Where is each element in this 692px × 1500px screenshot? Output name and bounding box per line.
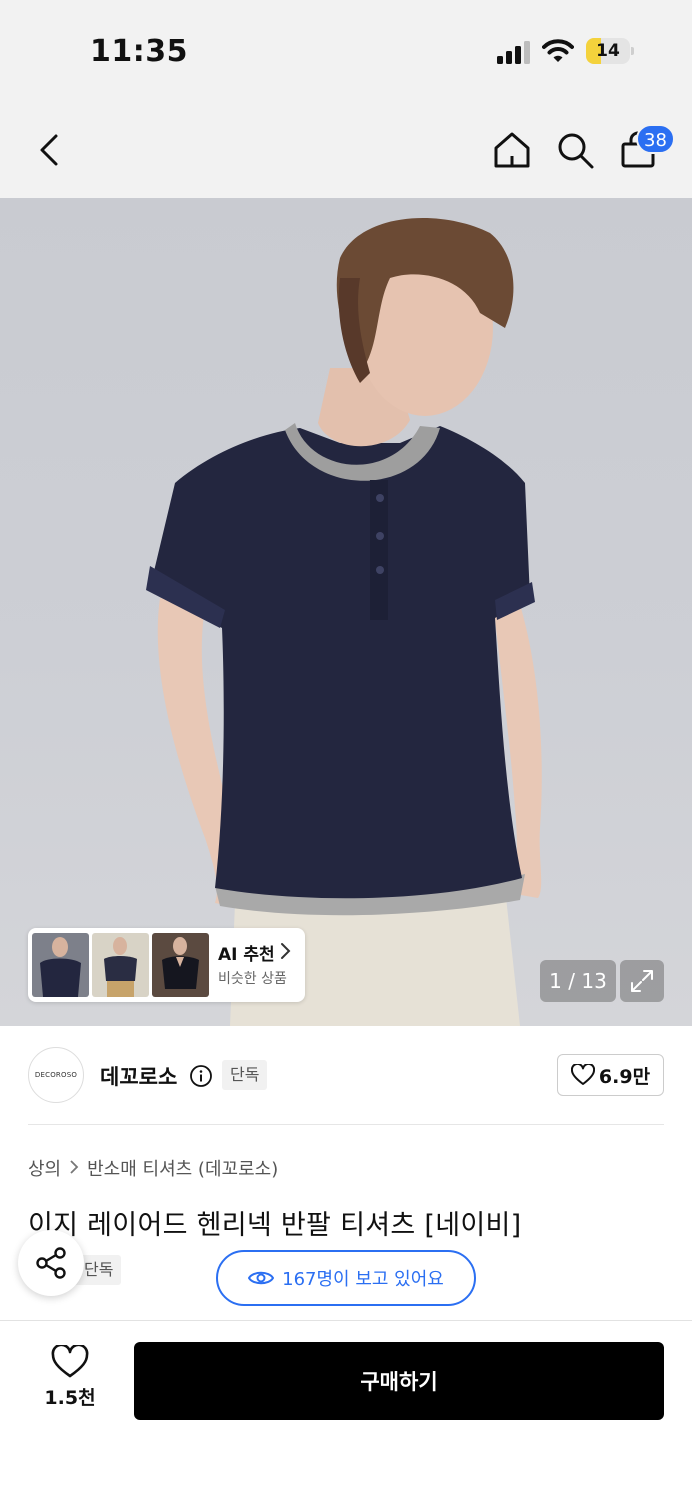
breadcrumb-item[interactable]: 반소매 티셔츠 (데꼬로소) <box>87 1155 278 1181</box>
status-bar: 11:35 14 <box>0 0 692 100</box>
bottom-action-bar: 1.5천 구매하기 <box>0 1320 692 1500</box>
brand-exclusive-tag: 단독 <box>222 1060 268 1090</box>
ai-recommend-title: AI 추천 <box>218 945 275 965</box>
live-viewers-pill: 167명이 보고 있어요 <box>216 1250 476 1306</box>
back-icon[interactable] <box>28 128 72 172</box>
wishlist-button[interactable]: 1.5천 <box>30 1345 110 1425</box>
buy-button[interactable]: 구매하기 <box>134 1342 664 1420</box>
brand-name[interactable]: 데꼬로소 <box>100 1061 177 1091</box>
divider <box>28 1124 664 1125</box>
ai-thumb-3 <box>152 933 209 997</box>
expand-image-button[interactable] <box>620 960 664 1002</box>
battery-level: 14 <box>596 41 620 61</box>
ai-recommend-card[interactable]: AI 추천 비슷한 상품 <box>28 928 305 1002</box>
wifi-icon <box>542 39 574 62</box>
breadcrumb: 상의 반소매 티셔츠 (데꼬로소) <box>28 1155 278 1181</box>
brand-logo[interactable]: DECOROSO <box>28 1047 84 1103</box>
ai-thumb-1 <box>32 933 89 997</box>
top-nav-bar: 38 <box>0 100 692 198</box>
cellular-signal-icon <box>497 41 530 64</box>
chevron-right-icon <box>279 942 291 964</box>
share-icon <box>36 1247 66 1279</box>
wishlist-count: 1.5천 <box>44 1387 96 1409</box>
search-icon[interactable] <box>553 128 597 172</box>
home-icon[interactable] <box>490 128 534 172</box>
eye-icon <box>248 1271 275 1285</box>
product-photo <box>146 218 542 1026</box>
heart-icon <box>570 1064 595 1085</box>
breadcrumb-item[interactable]: 상의 <box>28 1155 61 1181</box>
image-page-counter: 1 / 13 <box>540 960 616 1002</box>
live-viewers-text: 167명이 보고 있어요 <box>282 1269 444 1290</box>
expand-icon <box>631 970 653 992</box>
product-image-gallery[interactable]: AI 추천 비슷한 상품 1 / 13 <box>0 198 692 1026</box>
ai-recommend-subtitle: 비슷한 상품 <box>218 971 287 987</box>
product-title: 이지 레이어드 헨리넥 반팔 티셔츠 [네이비] <box>28 1210 522 1241</box>
ai-thumb-2 <box>92 933 149 997</box>
brand-like-count: 6.9만 <box>598 1065 651 1088</box>
cart-count-badge: 38 <box>636 124 675 154</box>
share-button[interactable] <box>18 1230 84 1296</box>
status-time: 11:35 <box>90 34 188 69</box>
battery-icon: 14 <box>586 38 634 64</box>
brand-like-button[interactable]: 6.9만 <box>557 1054 664 1096</box>
heart-icon <box>51 1345 89 1378</box>
brand-row: DECOROSO 데꼬로소 단독 6.9만 <box>0 1026 692 1126</box>
chevron-right-icon <box>69 1159 79 1178</box>
info-icon[interactable] <box>189 1064 213 1088</box>
